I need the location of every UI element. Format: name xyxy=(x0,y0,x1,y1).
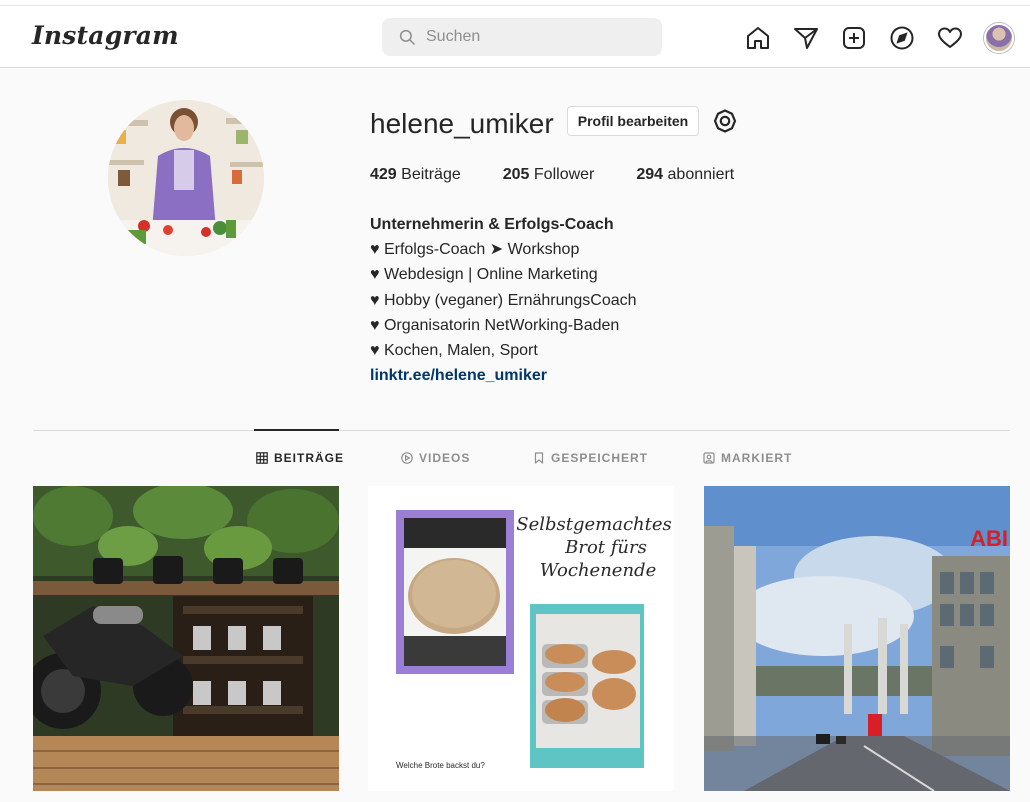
post2-title-line2: Brot fürs xyxy=(564,537,647,558)
post-thumbnail-street[interactable]: ABI xyxy=(704,486,1010,791)
tab-saved[interactable]: GESPEICHERT xyxy=(533,451,648,465)
activity-heart-icon[interactable] xyxy=(937,25,963,51)
followers-count: 205 xyxy=(502,166,530,183)
profile-picture[interactable] xyxy=(108,100,264,256)
posts-count: 429 xyxy=(370,166,397,183)
tagged-icon xyxy=(703,452,715,464)
posts-stat: 429 Beiträge xyxy=(370,166,461,186)
tab-tagged[interactable]: MARKIERT xyxy=(703,451,792,465)
play-icon xyxy=(401,452,413,464)
bio-line: ♥ Webdesign | Online Marketing xyxy=(370,266,598,284)
search-input[interactable] xyxy=(426,26,646,48)
following-stat[interactable]: 294 abonniert xyxy=(636,166,734,186)
post3-sign-text: ABI xyxy=(970,526,1008,551)
post2-title-line1: Selbstgemachtes xyxy=(516,514,672,535)
tabs-divider xyxy=(33,430,1010,431)
following-count: 294 xyxy=(636,166,664,183)
following-label: abonniert xyxy=(667,166,735,183)
followers-label: Follower xyxy=(533,166,595,183)
new-post-icon[interactable] xyxy=(841,25,867,51)
tab-videos-label: VIDEOS xyxy=(419,451,471,465)
instagram-logo[interactable]: Instagram xyxy=(32,21,179,50)
tab-posts-label: BEITRÄGE xyxy=(274,451,345,465)
search-box[interactable] xyxy=(382,18,662,56)
explore-icon[interactable] xyxy=(889,25,915,51)
edit-profile-button[interactable]: Profil bearbeiten xyxy=(567,106,699,136)
post-thumbnail-bread[interactable]: Selbstgemachtes Brot fürs Wochenende Wel… xyxy=(368,486,674,791)
top-navigation-bar: Instagram xyxy=(0,6,1030,68)
profile-bio: Unternehmerin & Erfolgs-Coach ♥ Erfolgs-… xyxy=(370,212,637,388)
post2-caption: Welche Brote backst du? xyxy=(396,761,485,770)
bio-name: Unternehmerin & Erfolgs-Coach xyxy=(370,216,614,233)
bookmark-icon xyxy=(534,452,544,464)
posts-label: Beiträge xyxy=(401,166,461,183)
profile-username: helene_umiker xyxy=(370,108,554,139)
bio-line: ♥ Kochen, Malen, Sport xyxy=(370,342,538,360)
post-thumbnail-plants-motorbike[interactable] xyxy=(33,486,339,791)
active-tab-indicator xyxy=(254,429,339,431)
post-image: Selbstgemachtes Brot fürs Wochenende Wel… xyxy=(368,486,674,791)
tab-saved-label: GESPEICHERT xyxy=(551,451,649,465)
home-icon[interactable] xyxy=(745,25,771,51)
tab-posts[interactable]: BEITRÄGE xyxy=(256,451,344,465)
post-image xyxy=(33,486,339,791)
bio-line: ♥ Organisatorin NetWorking-Baden xyxy=(370,316,620,334)
bio-link[interactable]: linktr.ee/helene_umiker xyxy=(370,363,637,388)
tab-tagged-label: MARKIERT xyxy=(721,451,793,465)
direct-message-icon[interactable] xyxy=(793,25,819,51)
search-icon xyxy=(399,29,416,46)
post2-title-line3: Wochenende xyxy=(540,560,656,581)
settings-gear-icon[interactable] xyxy=(712,108,738,134)
profile-stats: 429 Beiträge 205 Follower 294 abonniert xyxy=(370,166,776,186)
post-image: ABI xyxy=(704,486,1010,791)
grid-icon xyxy=(256,452,268,464)
bio-line: ♥ Erfolgs-Coach ➤ Workshop xyxy=(370,241,580,259)
profile-avatar-nav[interactable] xyxy=(984,23,1014,53)
bio-line: ♥ Hobby (veganer) ErnährungsCoach xyxy=(370,291,637,309)
tab-videos[interactable]: VIDEOS xyxy=(401,451,470,465)
followers-stat[interactable]: 205 Follower xyxy=(503,166,595,186)
